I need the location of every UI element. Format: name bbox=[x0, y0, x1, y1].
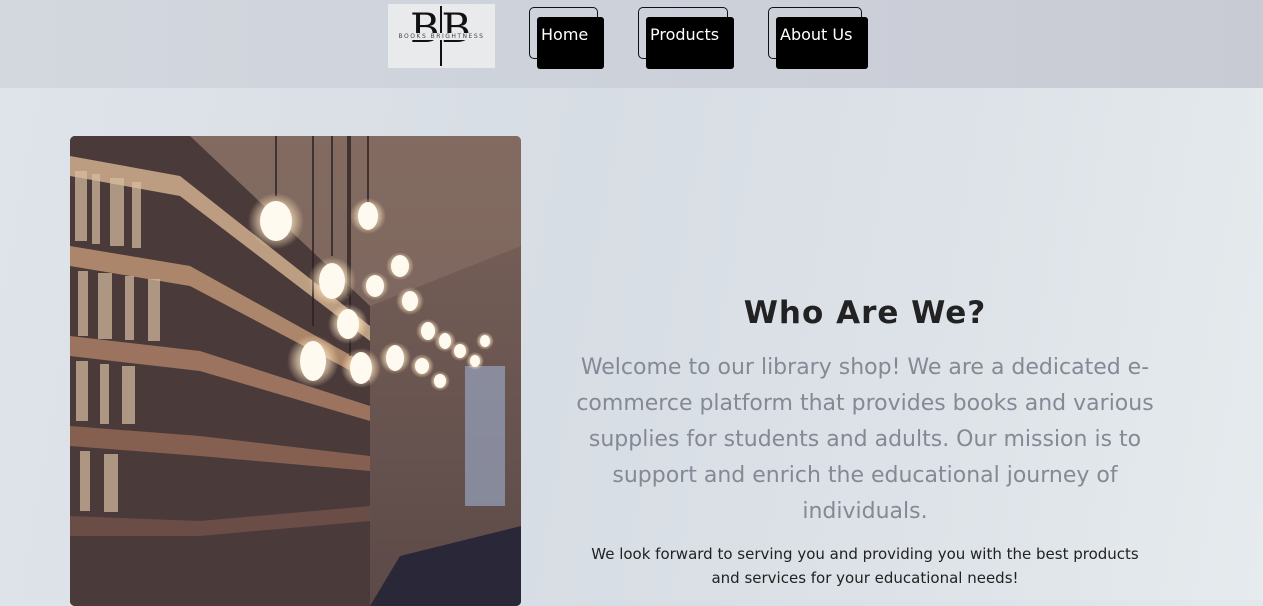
about-section: Who Are We? Welcome to our library shop!… bbox=[570, 290, 1160, 590]
site-header: BB BOOKS BRIGHTNESS Home Products About … bbox=[0, 0, 1263, 88]
nav-home-label: Home bbox=[541, 25, 589, 44]
library-photo-icon bbox=[70, 136, 521, 606]
logo-tagline: BOOKS BRIGHTNESS bbox=[388, 33, 495, 40]
about-description: Welcome to our library shop! We are a de… bbox=[576, 355, 1154, 524]
brand-logo[interactable]: BB BOOKS BRIGHTNESS bbox=[388, 4, 495, 68]
page-title: Who Are We? bbox=[743, 295, 987, 331]
nav-about-label: About Us bbox=[780, 25, 853, 44]
nav-home-button[interactable]: Home bbox=[529, 7, 605, 69]
nav-products-button[interactable]: Products bbox=[638, 7, 734, 69]
nav-about-button[interactable]: About Us bbox=[768, 7, 868, 69]
about-note: We look forward to serving you and provi… bbox=[591, 545, 1139, 587]
nav-products-label: Products bbox=[650, 25, 720, 44]
library-image bbox=[70, 136, 521, 606]
